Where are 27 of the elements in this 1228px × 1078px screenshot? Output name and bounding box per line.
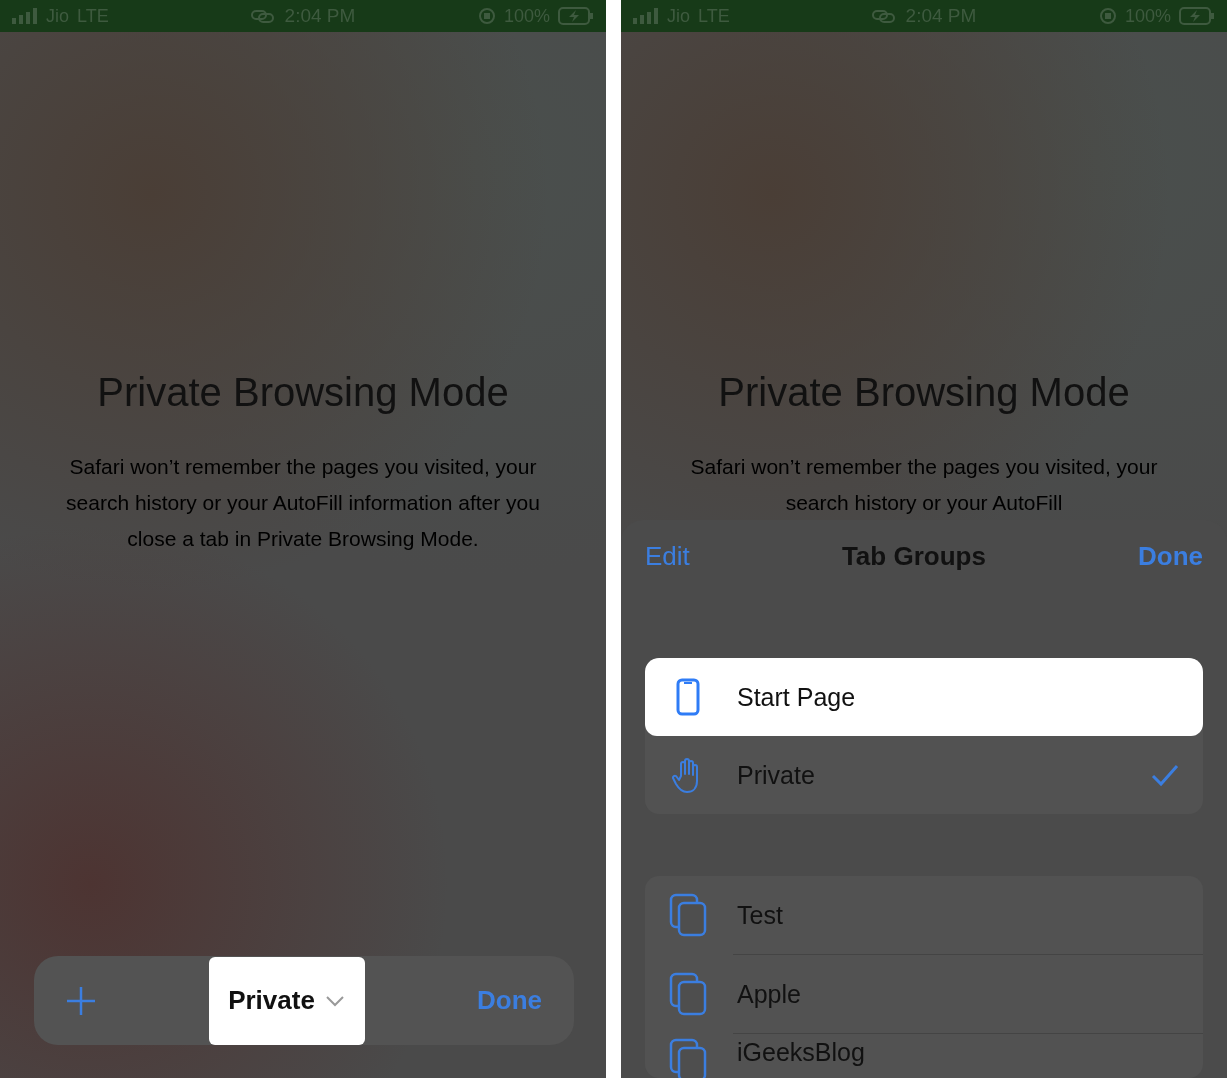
sheet-title: Tab Groups — [841, 540, 986, 572]
info-message: Safari won’t remember the pages you visited, your search history or your AutoFill information after you close a tab in Private Browsing Mode. — [65, 454, 541, 552]
link-icon — [250, 8, 275, 24]
tabs-icon — [669, 893, 707, 937]
edit-button[interactable]: Edit — [645, 540, 690, 572]
battery-icon — [1179, 7, 1215, 25]
tabs-icon — [669, 972, 707, 1016]
done-button[interactable]: Done — [477, 985, 542, 1016]
battery-icon — [558, 7, 594, 25]
add-tab-button[interactable] — [66, 985, 96, 1016]
tab-group-row[interactable]: Apple — [645, 955, 1203, 1033]
tab-group-row[interactable]: Test — [645, 876, 1203, 954]
tab-group-row[interactable]: Start Page — [645, 658, 1203, 736]
page-heading: Private Browsing Mode — [717, 370, 1131, 415]
link-icon — [871, 8, 896, 24]
page-heading: Private Browsing Mode — [96, 370, 510, 415]
signal-icon — [12, 8, 38, 24]
tab-group-row[interactable]: iGeeksBlog — [645, 1034, 1203, 1078]
rotation-lock-icon — [1098, 7, 1117, 25]
info-message: Safari won’t remember the pages you visited, your search history or your AutoFill — [689, 454, 1159, 516]
rotation-lock-icon — [477, 7, 496, 25]
tab-group-row[interactable]: Private — [645, 736, 1203, 814]
chevron-icon — [324, 994, 345, 1007]
plus-icon — [66, 985, 96, 1016]
done-button[interactable]: Done — [1138, 540, 1203, 572]
signal-icon — [633, 8, 659, 24]
tab-group-button[interactable]: Private — [208, 956, 365, 1045]
